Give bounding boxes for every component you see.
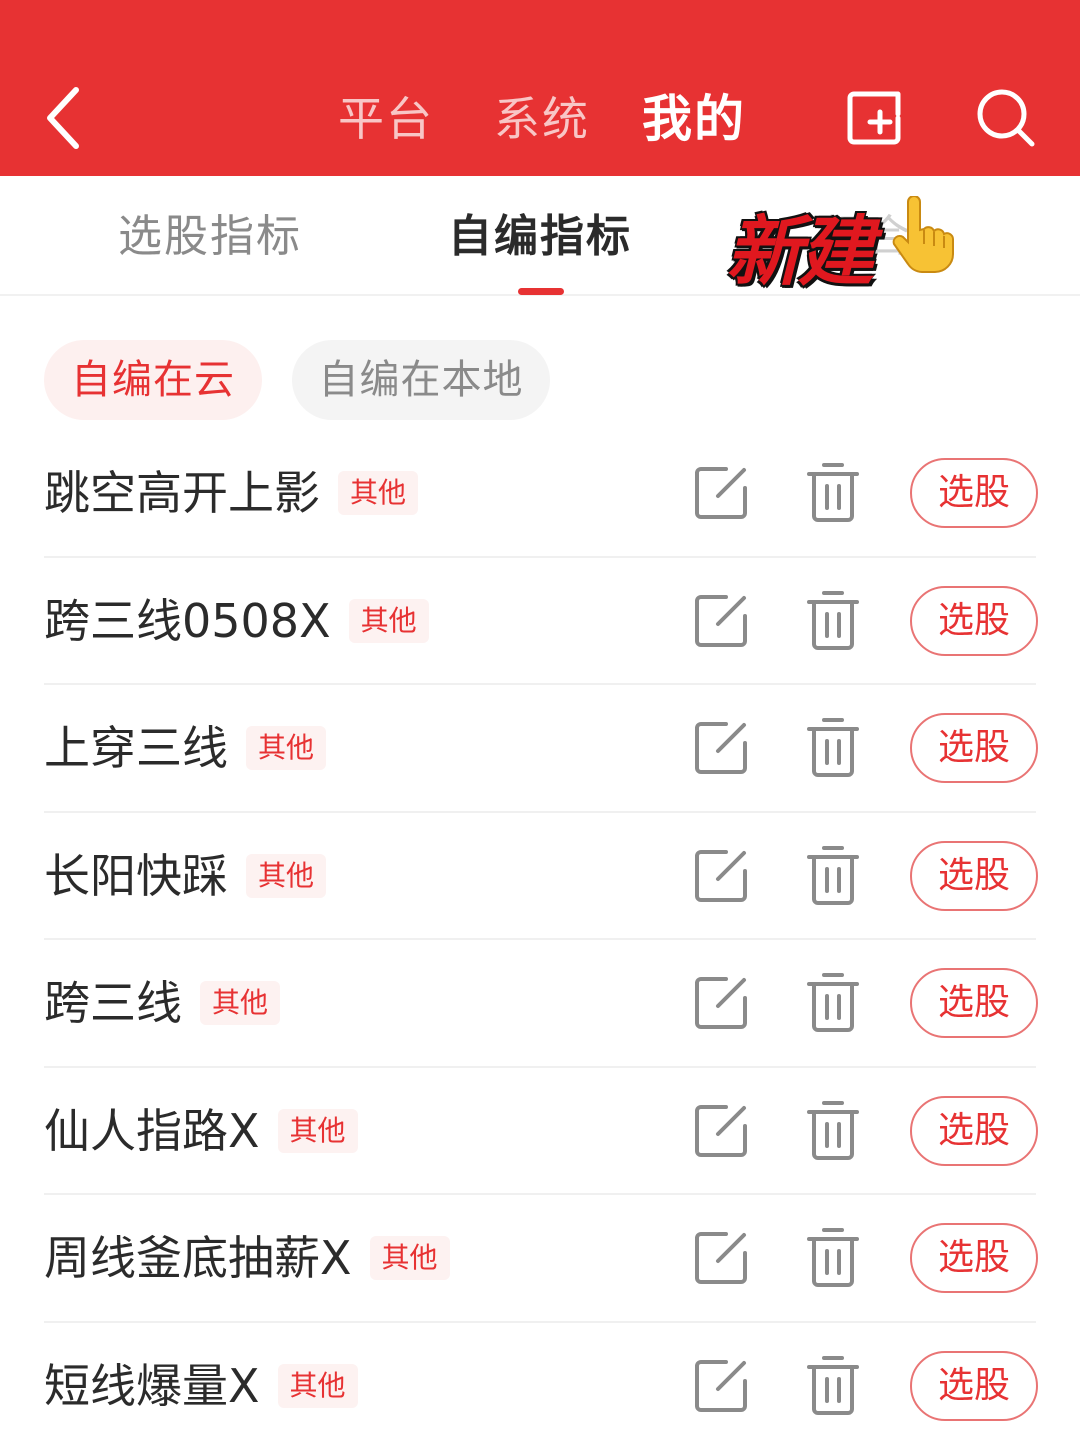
trash-icon xyxy=(807,845,859,905)
chip-cloud-custom[interactable]: 自编在云 xyxy=(44,340,262,420)
nav-tab-mine[interactable]: 我的 xyxy=(642,84,746,154)
category-tag: 其他 xyxy=(277,1363,358,1408)
select-stock-button[interactable]: 选股 xyxy=(910,1350,1038,1421)
delete-button[interactable] xyxy=(806,590,860,652)
delete-button[interactable] xyxy=(806,1355,860,1417)
edit-icon xyxy=(695,1104,747,1157)
chip-local-custom[interactable]: 自编在本地 xyxy=(292,340,550,420)
edit-button[interactable] xyxy=(692,847,750,905)
active-tab-indicator xyxy=(518,288,564,295)
trash-icon xyxy=(807,1228,859,1287)
indicator-name[interactable]: 上穿三线 xyxy=(44,713,228,783)
indicator-name[interactable]: 长阳快踩 xyxy=(44,841,228,911)
edit-button[interactable] xyxy=(692,1102,750,1160)
delete-button[interactable] xyxy=(806,717,860,779)
edit-button[interactable] xyxy=(692,719,750,777)
edit-icon xyxy=(695,977,747,1029)
delete-button[interactable] xyxy=(806,462,860,524)
list-item: 跳空高开上影 其他 选股 xyxy=(0,430,1080,558)
new-indicator-button[interactable] xyxy=(840,84,908,152)
list-item: 跨三线0508X 其他 选股 xyxy=(0,558,1080,685)
delete-button[interactable] xyxy=(806,972,860,1034)
trash-icon xyxy=(807,973,859,1032)
back-button[interactable] xyxy=(36,80,96,156)
category-tag: 其他 xyxy=(338,471,419,515)
subtab-stock-indicators[interactable]: 选股指标 xyxy=(118,202,302,272)
edit-icon xyxy=(695,467,747,519)
edit-icon xyxy=(695,594,747,647)
select-stock-button[interactable]: 选股 xyxy=(910,585,1038,656)
edit-icon xyxy=(695,722,747,774)
indicator-name[interactable]: 短线爆量X xyxy=(44,1351,260,1421)
search-icon xyxy=(977,89,1035,147)
nav-tab-system[interactable]: 系统 xyxy=(494,84,590,154)
delete-button[interactable] xyxy=(806,845,860,907)
edit-button[interactable] xyxy=(692,1229,750,1287)
add-window-icon xyxy=(847,91,901,145)
subtab-custom-indicators[interactable]: 自编指标 xyxy=(448,202,632,272)
new-overlay-label: 新建 xyxy=(726,207,874,296)
indicator-list: 跳空高开上影 其他 选股 跨三线0508X 其他 选股 上穿三线 其他 选股 长… xyxy=(0,430,1080,1440)
edit-icon xyxy=(695,1232,747,1284)
category-tag: 其他 xyxy=(200,981,281,1025)
edit-button[interactable] xyxy=(692,464,750,522)
select-stock-button[interactable]: 选股 xyxy=(910,1095,1038,1166)
category-tag: 其他 xyxy=(369,1236,450,1280)
category-tag: 其他 xyxy=(277,1108,358,1153)
category-tag: 其他 xyxy=(246,853,327,898)
list-item: 跨三线 其他 选股 xyxy=(0,940,1080,1068)
nav-tab-platform[interactable]: 平台 xyxy=(338,84,434,154)
pointing-hand-icon xyxy=(892,196,954,273)
select-stock-button[interactable]: 选股 xyxy=(910,713,1038,783)
edit-icon xyxy=(695,849,747,902)
trash-icon xyxy=(807,1100,859,1160)
select-stock-button[interactable]: 选股 xyxy=(910,1223,1038,1293)
indicator-name[interactable]: 仙人指路X xyxy=(44,1096,260,1166)
indicator-name[interactable]: 跨三线 xyxy=(44,968,182,1038)
top-nav-bar: 平台 系统 我的 xyxy=(0,0,1080,176)
list-item: 仙人指路X 其他 选股 xyxy=(0,1068,1080,1195)
list-item: 短线爆量X 其他 选股 xyxy=(0,1323,1080,1440)
delete-button[interactable] xyxy=(806,1227,860,1289)
category-tag: 其他 xyxy=(246,726,327,770)
trash-icon xyxy=(807,1355,859,1415)
search-button[interactable] xyxy=(972,84,1040,152)
trash-icon xyxy=(807,463,859,522)
indicator-name[interactable]: 周线釜底抽薪X xyxy=(44,1223,352,1293)
select-stock-button[interactable]: 选股 xyxy=(910,840,1038,911)
list-item: 长阳快踩 其他 选股 xyxy=(0,813,1080,940)
trash-icon xyxy=(807,718,859,777)
list-item: 上穿三线 其他 选股 xyxy=(0,685,1080,813)
trash-icon xyxy=(807,590,859,650)
indicator-name[interactable]: 跨三线0508X xyxy=(44,586,331,656)
list-item: 周线釜底抽薪X 其他 选股 xyxy=(0,1195,1080,1323)
chevron-left-icon xyxy=(47,87,79,149)
select-stock-button[interactable]: 选股 xyxy=(910,968,1038,1038)
edit-button[interactable] xyxy=(692,1357,750,1415)
select-stock-button[interactable]: 选股 xyxy=(910,458,1038,528)
indicator-name[interactable]: 跳空高开上影 xyxy=(44,458,320,528)
edit-button[interactable] xyxy=(692,592,750,650)
edit-button[interactable] xyxy=(692,974,750,1032)
edit-icon xyxy=(695,1359,747,1412)
delete-button[interactable] xyxy=(806,1100,860,1162)
category-tag: 其他 xyxy=(348,598,429,643)
